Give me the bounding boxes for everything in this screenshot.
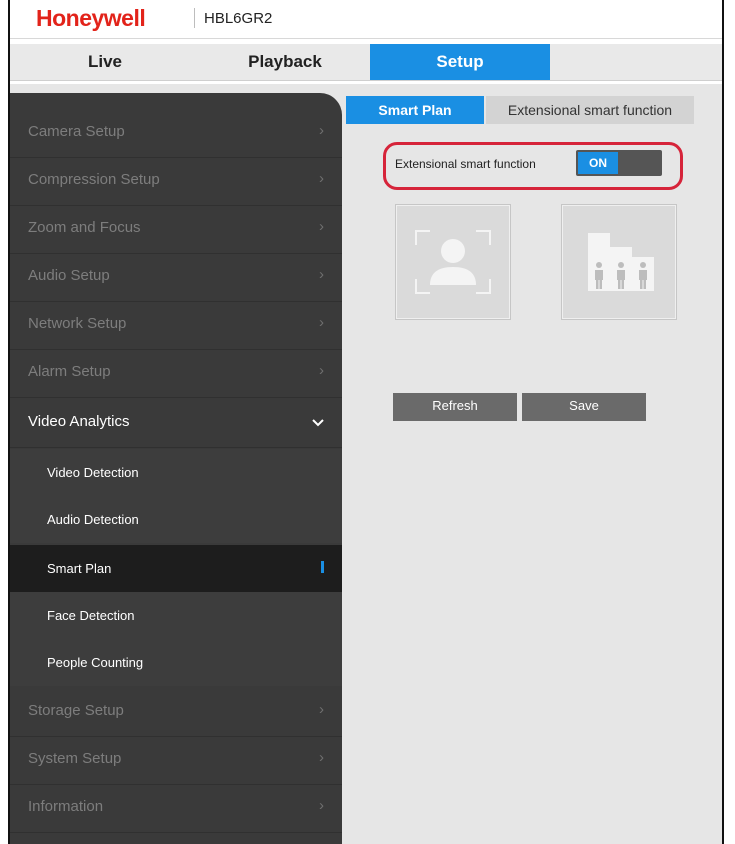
- chevron-right-icon: ›: [319, 797, 324, 814]
- sidebar-item-audio-setup[interactable]: Audio Setup ›: [10, 253, 342, 302]
- header-bar: Honeywell HBL6GR2: [10, 0, 722, 39]
- highlight-annotation-circle: [383, 142, 683, 190]
- main-nav: Live Playback Setup: [10, 44, 722, 81]
- chevron-right-icon: ›: [319, 266, 324, 283]
- chevron-right-icon: ›: [319, 218, 324, 235]
- chevron-right-icon: ›: [319, 314, 324, 331]
- sidebar-item-video-analytics[interactable]: Video Analytics: [10, 399, 342, 448]
- sidebar-item-system-setup[interactable]: System Setup ›: [10, 736, 342, 785]
- chevron-right-icon: ›: [319, 749, 324, 766]
- sidebar-item-label: System Setup: [28, 750, 122, 767]
- sidebar-item-network-setup[interactable]: Network Setup ›: [10, 301, 342, 350]
- people-counting-icon: [588, 233, 654, 291]
- sidebar-subitem-video-detection[interactable]: Video Detection: [10, 449, 342, 496]
- sidebar-subitem-audio-detection[interactable]: Audio Detection: [10, 496, 342, 543]
- sidebar-item-label: Compression Setup: [28, 171, 160, 188]
- sidebar-subitem-face-detection[interactable]: Face Detection: [10, 592, 342, 639]
- sidebar-item-label: Camera Setup: [28, 123, 125, 140]
- face-detection-tile[interactable]: [395, 204, 511, 320]
- nav-tab-setup[interactable]: Setup: [370, 44, 550, 80]
- sidebar-item-label: Storage Setup: [28, 702, 124, 719]
- sidebar-item-alarm-setup[interactable]: Alarm Setup ›: [10, 349, 342, 398]
- chevron-right-icon: ›: [319, 170, 324, 187]
- active-indicator: [321, 561, 324, 573]
- sidebar-subitem-label: Video Detection: [47, 465, 139, 480]
- chevron-right-icon: ›: [319, 362, 324, 379]
- sidebar-item-information[interactable]: Information ›: [10, 784, 342, 833]
- brand-logo: Honeywell: [36, 5, 146, 31]
- sidebar-subitem-label: Audio Detection: [47, 512, 139, 527]
- sidebar-item-label: Alarm Setup: [28, 363, 111, 380]
- sidebar-item-label: Information: [28, 798, 104, 815]
- sidebar-item-label: Audio Setup: [28, 267, 110, 284]
- sidebar-item-storage-setup[interactable]: Storage Setup ›: [10, 688, 342, 737]
- people-counting-tile[interactable]: [561, 204, 677, 320]
- sidebar-subitem-label: Face Detection: [47, 608, 135, 623]
- refresh-button[interactable]: Refresh: [393, 393, 517, 421]
- sidebar-subitem-smart-plan[interactable]: Smart Plan: [10, 545, 342, 592]
- sidebar-subitem-label: People Counting: [47, 655, 144, 670]
- sidebar-item-zoom-and-focus[interactable]: Zoom and Focus ›: [10, 205, 342, 254]
- header-divider: [194, 8, 195, 28]
- nav-tab-live[interactable]: Live: [10, 44, 200, 80]
- setup-sidebar: Camera Setup › Compression Setup › Zoom …: [10, 93, 342, 844]
- tab-smart-plan[interactable]: Smart Plan: [346, 96, 484, 124]
- sidebar-item-label: Zoom and Focus: [28, 219, 141, 236]
- sidebar-item-label: Network Setup: [28, 315, 127, 332]
- save-button[interactable]: Save: [522, 393, 646, 421]
- chevron-down-icon: [312, 415, 324, 430]
- frame-right-border: [722, 0, 724, 844]
- sidebar-subitem-people-counting[interactable]: People Counting: [10, 639, 342, 686]
- chevron-right-icon: ›: [319, 701, 324, 718]
- sidebar-item-compression-setup[interactable]: Compression Setup ›: [10, 157, 342, 206]
- sidebar-subitem-label: Smart Plan: [47, 561, 112, 576]
- sidebar-item-camera-setup[interactable]: Camera Setup ›: [10, 109, 342, 158]
- nav-tab-playback[interactable]: Playback: [200, 44, 370, 80]
- chevron-right-icon: ›: [319, 122, 324, 139]
- sidebar-item-label: Video Analytics: [28, 413, 130, 430]
- camera-model: HBL6GR2: [204, 10, 273, 27]
- face-detection-icon: [415, 230, 491, 294]
- tab-extensional-smart-function[interactable]: Extensional smart function: [486, 96, 694, 124]
